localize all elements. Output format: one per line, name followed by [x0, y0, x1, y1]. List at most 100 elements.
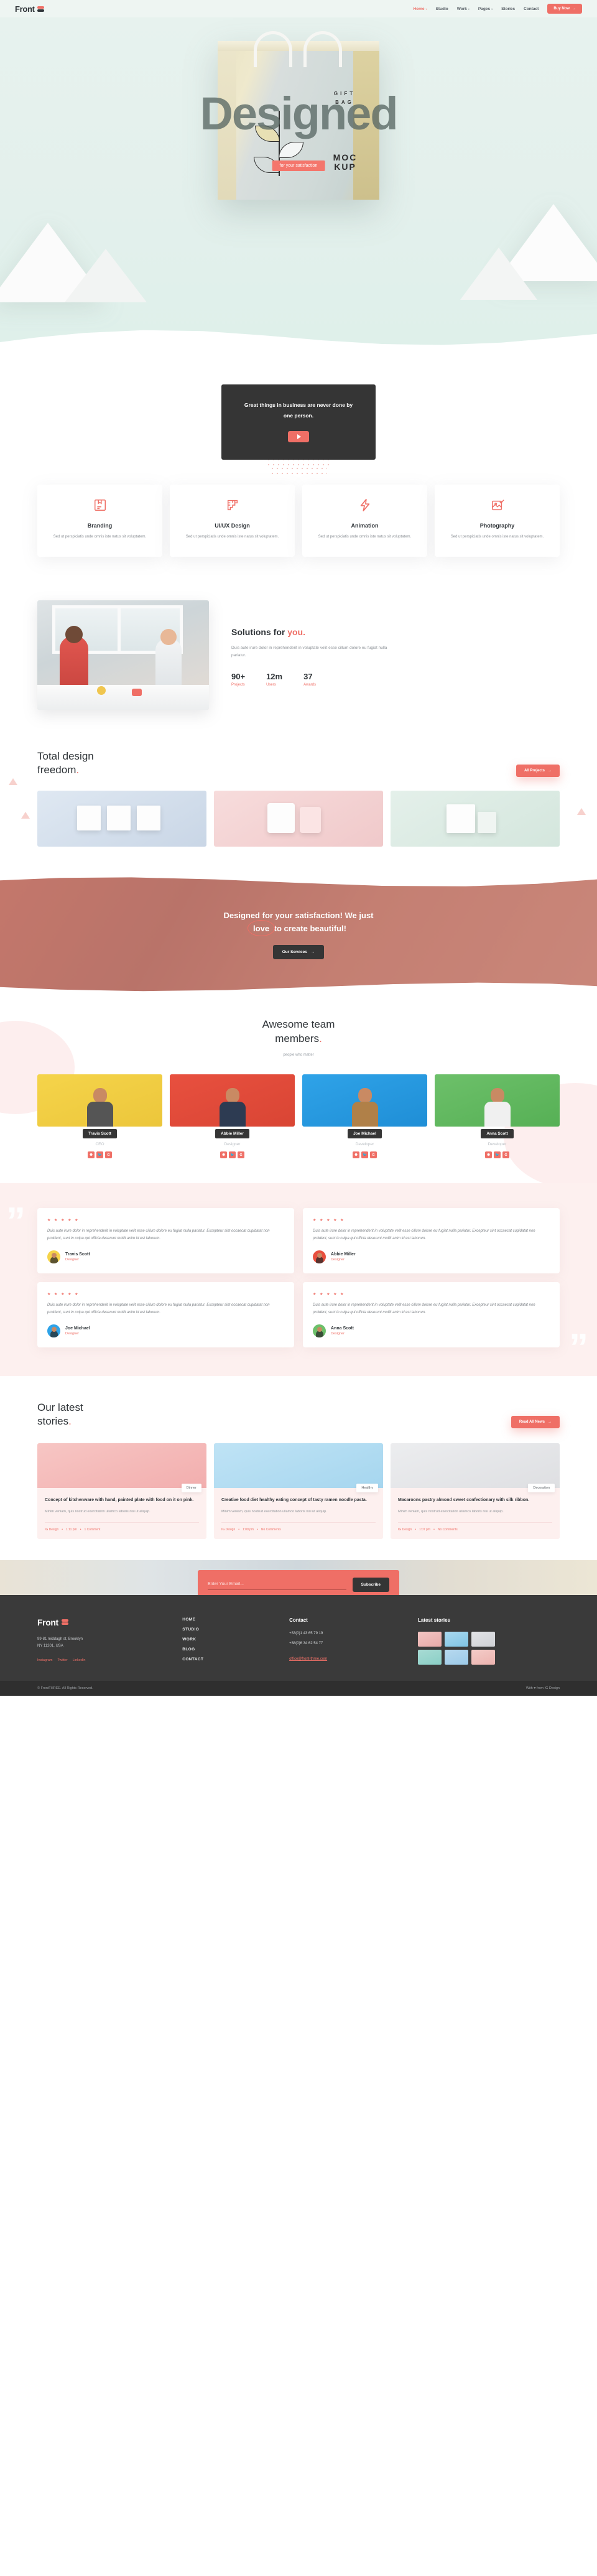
google-icon[interactable]: G — [105, 1151, 112, 1158]
main-nav: Home ▾ Studio Work ▾ Pages ▾ Stories Contac… — [413, 4, 582, 14]
twitter-icon[interactable]: 🐦 — [494, 1151, 501, 1158]
copyright-text: © FrontTHREE. All Rights Reserved. — [37, 1686, 93, 1690]
service-card-branding[interactable]: Branding Sed ut perspiciatis unde omnis … — [37, 485, 162, 557]
avatar — [313, 1250, 326, 1263]
portfolio-title: Total design freedom. — [37, 750, 94, 776]
brand-logo[interactable]: Front — [15, 4, 44, 14]
quote-decoration: ” — [569, 1326, 588, 1369]
dribbble-icon[interactable]: ✺ — [485, 1151, 492, 1158]
social-link-instagram[interactable]: Instagram — [37, 1658, 52, 1662]
team-member-card[interactable]: Anna Scott Developer ✺ 🐦 G — [435, 1074, 560, 1158]
portfolio-item[interactable] — [214, 791, 383, 847]
footer-nav-contact[interactable]: CONTACT — [182, 1657, 280, 1662]
service-desc: Sed ut perspiciatis unde omnis iste natu… — [450, 535, 544, 539]
dribbble-icon[interactable]: ✺ — [353, 1151, 359, 1158]
team-working-photo — [37, 600, 209, 710]
thumb-cone[interactable] — [471, 1632, 495, 1647]
stat-label: Projects — [231, 683, 245, 687]
google-icon[interactable]: G — [370, 1151, 377, 1158]
story-author: IG Design — [221, 1528, 236, 1532]
nav-item-studio[interactable]: Studio — [436, 7, 448, 11]
story-card[interactable]: Healthy Creative food diet healthy eatin… — [214, 1443, 383, 1539]
portfolio-item[interactable] — [37, 791, 206, 847]
service-title: Photography — [479, 523, 515, 529]
nav-item-home[interactable]: Home ▾ — [413, 7, 427, 11]
email-field[interactable] — [208, 1579, 346, 1590]
nav-label: Stories — [501, 6, 516, 11]
solutions-copy: Solutions for you. Duis aute irure dolor… — [231, 623, 560, 687]
arrow-right-icon: → — [310, 950, 315, 954]
google-icon[interactable]: G — [238, 1151, 244, 1158]
thumb-noodles[interactable] — [445, 1632, 468, 1647]
all-projects-button[interactable]: All Projects → — [516, 765, 560, 777]
social-link-twitter[interactable]: Twitter — [57, 1658, 67, 1662]
story-image: Decoration — [391, 1443, 560, 1492]
story-tag[interactable]: Dinner — [181, 1484, 201, 1492]
story-card[interactable]: Dinner Concept of kitchenware with hand,… — [37, 1443, 206, 1539]
cta-banner: Designed for your satisfaction! We just … — [0, 872, 597, 996]
twitter-icon[interactable]: 🐦 — [229, 1151, 236, 1158]
avatar — [47, 1250, 60, 1263]
subscribe-button[interactable]: Subscribe — [352, 1578, 389, 1592]
story-tag[interactable]: Decoration — [528, 1484, 555, 1492]
service-card-uiux[interactable]: UI/UX Design Sed ut perspiciatis unde om… — [170, 485, 295, 557]
story-tag[interactable]: Healthy — [356, 1484, 378, 1492]
service-card-photography[interactable]: Photography Sed ut perspiciatis unde omn… — [435, 485, 560, 557]
footer-nav-home[interactable]: HOME — [182, 1617, 280, 1622]
buy-now-label: Buy Now — [553, 7, 570, 11]
story-time: 1:11 pm — [66, 1528, 77, 1532]
team-member-card[interactable]: Abbie Miller Designer ✺ 🐦 G — [170, 1074, 295, 1158]
play-video-button[interactable] — [288, 431, 309, 442]
social-link-linkedin[interactable]: LinkedIn — [73, 1658, 86, 1662]
story-time: 1:07 pm — [419, 1528, 431, 1532]
portfolio-section: Total design freedom. All Projects → — [0, 743, 597, 872]
team-member-card[interactable]: Travis Scott CEO ✺ 🐦 G — [37, 1074, 162, 1158]
thumb-icecream[interactable] — [471, 1650, 495, 1665]
thumb-salad[interactable] — [445, 1650, 468, 1665]
footer-nav-studio[interactable]: STUDIO — [182, 1627, 280, 1632]
story-card[interactable]: Decoration Macaroons pastry almond sweet… — [391, 1443, 560, 1539]
story-title: Macaroons pastry almond sweet confection… — [398, 1498, 530, 1502]
story-image: Healthy — [214, 1443, 383, 1492]
stories-section: Our latest stories. Read All News → Dinn… — [0, 1376, 597, 1560]
footer-logo[interactable]: Front — [37, 1617, 174, 1627]
footer-email-link[interactable]: office@front-three.com — [289, 1657, 327, 1661]
bag-mockup-text: MOC KUP — [333, 152, 358, 172]
solutions-section: Solutions for you. Duis aute irure dolor… — [0, 587, 597, 743]
thumb-sprinkle[interactable] — [418, 1650, 442, 1665]
team-title: Awesome team members. — [262, 1018, 335, 1044]
brand-name: Front — [15, 4, 35, 14]
portfolio-item[interactable] — [391, 791, 560, 847]
team-member-card[interactable]: Joe Michael Developer ✺ 🐦 G — [302, 1074, 427, 1158]
buy-now-button[interactable]: Buy Now → — [547, 4, 582, 14]
dribbble-icon[interactable]: ✺ — [88, 1151, 95, 1158]
rating-stars: ★ ★ ★ ★ ★ — [313, 1293, 345, 1296]
stacked-bars-logo-icon — [37, 6, 44, 12]
nav-item-contact[interactable]: Contact — [524, 7, 539, 11]
stat-label: Awards — [303, 683, 316, 687]
testimonials-section: ” ” ★ ★ ★ ★ ★ Duis aute irure dolor in r… — [0, 1183, 597, 1376]
stat-projects: 90+ Projects — [231, 672, 245, 687]
read-all-news-label: Read All News — [519, 1420, 545, 1424]
our-services-button[interactable]: Our Services → — [272, 945, 325, 959]
dribbble-icon[interactable]: ✺ — [220, 1151, 227, 1158]
nav-item-pages[interactable]: Pages ▾ — [478, 7, 493, 11]
thumb-plate[interactable] — [418, 1632, 442, 1647]
avatar — [313, 1324, 326, 1337]
footer-address: 99-81 middagh st, Brooklyn NY 11201, USA — [37, 1637, 83, 1648]
testimonial-role: Designer — [65, 1332, 80, 1336]
google-icon[interactable]: G — [502, 1151, 509, 1158]
twitter-icon[interactable]: 🐦 — [96, 1151, 103, 1158]
wave-divider — [0, 982, 597, 996]
twitter-icon[interactable]: 🐦 — [361, 1151, 368, 1158]
nav-item-stories[interactable]: Stories — [501, 7, 515, 11]
our-services-label: Our Services — [282, 950, 307, 954]
service-card-animation[interactable]: Animation Sed ut perspiciatis unde omnis… — [302, 485, 427, 557]
footer-nav-blog[interactable]: BLOG — [182, 1647, 280, 1652]
read-all-news-button[interactable]: Read All News → — [511, 1416, 560, 1428]
footer-nav-work[interactable]: WORK — [182, 1637, 280, 1642]
service-title: Branding — [87, 523, 113, 529]
nav-item-work[interactable]: Work ▾ — [457, 7, 470, 11]
stories-title: Our latest stories. — [37, 1402, 83, 1427]
footer-thumb-grid — [418, 1632, 495, 1665]
